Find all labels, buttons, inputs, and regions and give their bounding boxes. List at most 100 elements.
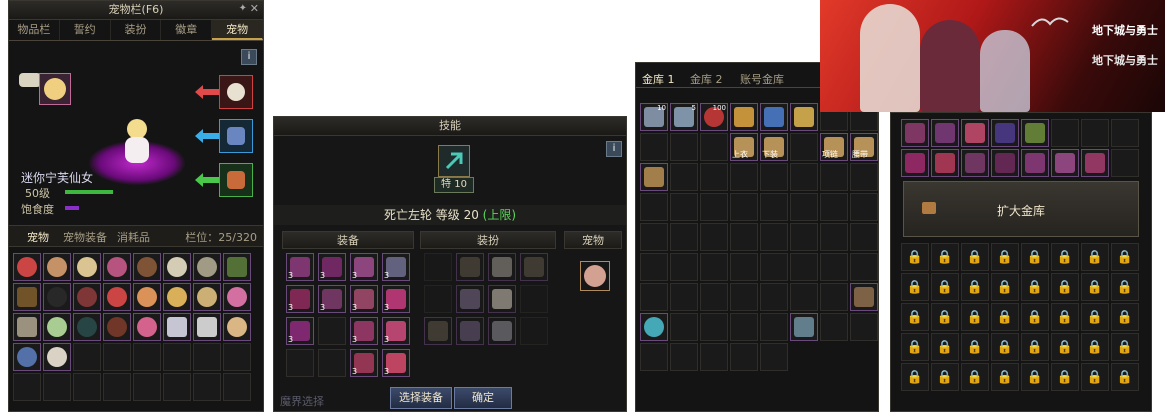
- empty-slot[interactable]: [700, 343, 728, 371]
- equip-item[interactable]: 3: [286, 253, 314, 281]
- empty-slot[interactable]: [790, 283, 818, 311]
- subtab-pet-equip[interactable]: 宠物装备: [63, 229, 107, 245]
- empty-slot[interactable]: [103, 343, 131, 371]
- subtab-consumables[interactable]: 消耗品: [117, 229, 150, 245]
- empty-slot[interactable]: [850, 163, 878, 191]
- vault-item[interactable]: [961, 149, 989, 177]
- empty-slot[interactable]: [223, 343, 251, 371]
- empty-slot[interactable]: [760, 253, 788, 281]
- empty-slot[interactable]: [223, 373, 251, 401]
- subtab-pet[interactable]: 宠物: [27, 229, 49, 245]
- empty-slot[interactable]: [640, 283, 668, 311]
- empty-slot[interactable]: [73, 343, 101, 371]
- empty-slot[interactable]: [820, 283, 848, 311]
- pet-item[interactable]: [163, 253, 191, 281]
- vault-item[interactable]: [901, 119, 929, 147]
- empty-slot[interactable]: [700, 253, 728, 281]
- empty-slot[interactable]: [670, 313, 698, 341]
- empty-slot[interactable]: [850, 223, 878, 251]
- avatar-slot[interactable]: [520, 317, 548, 345]
- empty-slot[interactable]: [820, 253, 848, 281]
- pet-item[interactable]: [163, 313, 191, 341]
- pet-character[interactable]: [121, 119, 153, 165]
- pet-item[interactable]: [133, 313, 161, 341]
- pet-item[interactable]: [13, 313, 41, 341]
- vault-item[interactable]: 项链: [820, 133, 848, 161]
- empty-slot[interactable]: [850, 253, 878, 281]
- pet-item[interactable]: [73, 313, 101, 341]
- avatar-slot[interactable]: [424, 285, 452, 313]
- pet-item[interactable]: [193, 283, 221, 311]
- empty-slot[interactable]: [790, 193, 818, 221]
- equip-item[interactable]: 3: [286, 317, 314, 345]
- vault-item[interactable]: 100: [700, 103, 728, 131]
- vault-item[interactable]: 5: [670, 103, 698, 131]
- vault-item[interactable]: [640, 313, 668, 341]
- pet-item[interactable]: [103, 253, 131, 281]
- empty-slot[interactable]: [700, 193, 728, 221]
- skill-icon[interactable]: [438, 145, 470, 177]
- empty-slot[interactable]: [43, 373, 71, 401]
- vault-item[interactable]: [1021, 149, 1049, 177]
- empty-slot[interactable]: [1051, 119, 1079, 147]
- empty-slot[interactable]: [700, 283, 728, 311]
- vault-item[interactable]: [730, 103, 758, 131]
- pet-item[interactable]: [193, 313, 221, 341]
- equip-item[interactable]: 3: [350, 253, 378, 281]
- empty-slot[interactable]: [640, 343, 668, 371]
- pet-item[interactable]: [223, 283, 251, 311]
- tab-pet[interactable]: 宠物: [212, 20, 263, 40]
- vault-item[interactable]: [1021, 119, 1049, 147]
- vault-item[interactable]: 腰带: [850, 133, 878, 161]
- empty-slot[interactable]: [640, 223, 668, 251]
- vault-item[interactable]: [961, 119, 989, 147]
- empty-slot[interactable]: [640, 253, 668, 281]
- pet-item[interactable]: [103, 313, 131, 341]
- avatar-slot[interactable]: [424, 253, 452, 281]
- empty-slot[interactable]: [1111, 149, 1139, 177]
- pet-item[interactable]: [13, 343, 41, 371]
- equip-item[interactable]: 3: [350, 285, 378, 313]
- equip-item[interactable]: 3: [350, 349, 378, 377]
- equip-item[interactable]: 3: [382, 253, 410, 281]
- pet-item[interactable]: [43, 313, 71, 341]
- equip-item[interactable]: 3: [382, 285, 410, 313]
- expand-vault-button[interactable]: 扩大金库: [903, 181, 1139, 237]
- pet-item[interactable]: [163, 283, 191, 311]
- empty-slot[interactable]: [318, 317, 346, 345]
- empty-slot[interactable]: [730, 313, 758, 341]
- empty-slot[interactable]: [730, 343, 758, 371]
- vault-item[interactable]: [991, 119, 1019, 147]
- empty-slot[interactable]: [790, 163, 818, 191]
- empty-slot[interactable]: [700, 313, 728, 341]
- empty-slot[interactable]: [730, 163, 758, 191]
- pet-portrait[interactable]: [39, 73, 71, 105]
- empty-slot[interactable]: [670, 193, 698, 221]
- pet-item[interactable]: [43, 283, 71, 311]
- pet-item[interactable]: [43, 253, 71, 281]
- pet-equip-slot-red[interactable]: [219, 75, 253, 109]
- equipped-pet[interactable]: [580, 261, 610, 291]
- equip-item[interactable]: 3: [382, 349, 410, 377]
- empty-slot[interactable]: [193, 373, 221, 401]
- empty-slot[interactable]: [670, 283, 698, 311]
- vault-item[interactable]: [850, 283, 878, 311]
- empty-slot[interactable]: [286, 349, 314, 377]
- avatar-item[interactable]: [488, 253, 516, 281]
- avatar-item[interactable]: [456, 285, 484, 313]
- tab-avatar[interactable]: 装扮: [111, 20, 162, 40]
- tab-vault-2[interactable]: 金库 2: [690, 71, 723, 87]
- empty-slot[interactable]: [640, 133, 668, 161]
- tab-inventory[interactable]: 物品栏: [9, 20, 60, 40]
- empty-slot[interactable]: [670, 223, 698, 251]
- empty-slot[interactable]: [790, 253, 818, 281]
- empty-slot[interactable]: [670, 343, 698, 371]
- vault-item[interactable]: 下装: [760, 133, 788, 161]
- empty-slot[interactable]: [760, 343, 788, 371]
- vault-item[interactable]: [790, 313, 818, 341]
- empty-slot[interactable]: [730, 223, 758, 251]
- empty-slot[interactable]: [670, 163, 698, 191]
- empty-slot[interactable]: [640, 193, 668, 221]
- empty-slot[interactable]: [13, 373, 41, 401]
- empty-slot[interactable]: [700, 163, 728, 191]
